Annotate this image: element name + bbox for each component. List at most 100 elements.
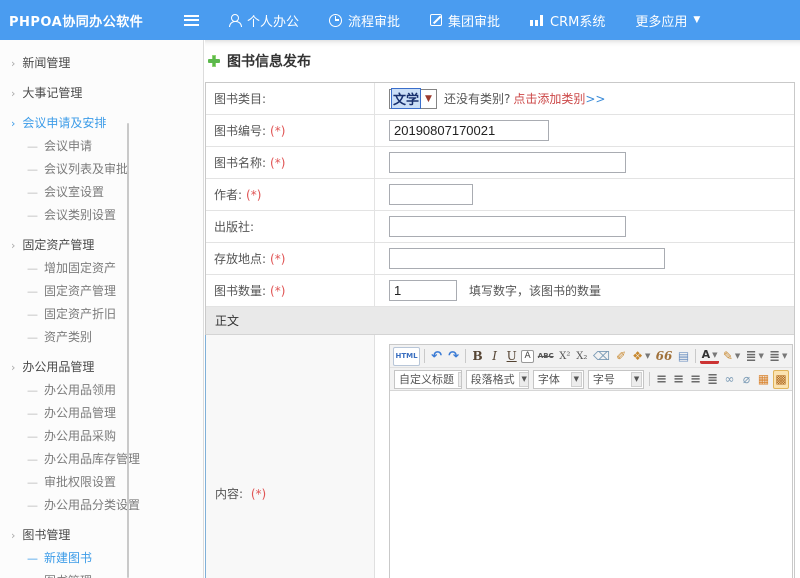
sidebar-item[interactable]: —办公用品管理 [0, 402, 203, 425]
sidebar-item[interactable]: — 固定资产折旧 [0, 303, 203, 326]
sidebar-item[interactable]: —会议室设置 [0, 181, 203, 204]
chart-icon [530, 14, 544, 26]
nav-crm-system[interactable]: CRM系统 [515, 0, 620, 40]
nav-process-approval[interactable]: 流程审批 [314, 0, 415, 40]
sidebar-item-label: 会议类别设置 [44, 208, 116, 222]
bold-icon[interactable]: B [470, 347, 485, 366]
paste-text-icon[interactable]: ▤ [676, 347, 691, 366]
nav-personal-office[interactable]: 个人办公 [213, 0, 314, 40]
font-box-icon[interactable]: A [521, 350, 534, 363]
undo-icon[interactable]: ↶ [429, 347, 444, 366]
field-label: 出版社: [214, 218, 254, 235]
nav-group-approval[interactable]: 集团审批 [415, 0, 515, 40]
sidebar-menu: ›新闻管理›大事记管理›会议申请及安排—会议申请—会议列表及审批—会议室设置—会… [0, 51, 203, 578]
select-label: 自定义标题 [399, 371, 454, 387]
caret-down-icon: ▼ [645, 352, 650, 360]
sidebar-item[interactable]: —办公用品领用 [0, 379, 203, 402]
subscript-icon[interactable]: X₂ [574, 347, 589, 366]
form-row-quantity: 图书数量:(*)填写数字，该图书的数量 [206, 275, 794, 307]
sidebar-scrollbar[interactable] [127, 123, 129, 578]
font-family-select[interactable]: 字体▼ [533, 370, 584, 389]
caret-down-icon: ▼ [735, 352, 740, 360]
form-row-author: 作者:(*) [206, 179, 794, 211]
publisher-input[interactable] [389, 216, 626, 237]
editor-content-area[interactable] [390, 391, 792, 578]
sidebar-item[interactable]: —新建图书 [0, 547, 203, 570]
rich-text-editor: HTML↶↷BIUAABCX²X₂⌫✐❖▼66▤A▼✎▼≣▼≣▼ 自定义标题▼段… [389, 344, 793, 578]
book-name-input[interactable] [389, 152, 626, 173]
ordered-list-icon[interactable]: ≣▼ [744, 347, 766, 366]
quantity-input[interactable] [389, 280, 457, 301]
align-right-icon[interactable]: ≡ [688, 370, 703, 389]
highlight-icon[interactable]: ✎▼ [721, 347, 742, 366]
sidebar-item[interactable]: ›图书管理 [0, 523, 203, 547]
field-label: 图书类目: [214, 90, 266, 107]
html-source-button[interactable]: HTML [393, 347, 420, 366]
custom-title-select[interactable]: 自定义标题▼ [394, 370, 462, 389]
sidebar-item[interactable]: ›办公用品管理 [0, 355, 203, 379]
nav-label: 更多应用 [635, 11, 687, 30]
caret-down-icon: ▼ [758, 352, 763, 360]
dash-icon: — [27, 552, 38, 565]
align-left-icon[interactable]: ≡ [654, 370, 669, 389]
sidebar-item-label: 会议列表及审批 [44, 162, 128, 176]
chevron-right-icon: › [11, 361, 15, 374]
chevron-right-icon: › [11, 57, 15, 70]
required-mark: (*) [246, 188, 261, 202]
sidebar-item[interactable]: ›新闻管理 [0, 51, 203, 75]
field-label: 内容: [215, 487, 243, 501]
strikethrough-icon[interactable]: ABC [536, 347, 555, 366]
sidebar-item[interactable]: —会议申请 [0, 135, 203, 158]
align-justify-icon[interactable]: ≣ [705, 370, 720, 389]
sidebar: ›新闻管理›大事记管理›会议申请及安排—会议申请—会议列表及审批—会议室设置—会… [0, 40, 204, 578]
italic-icon[interactable]: I [487, 347, 502, 366]
sidebar-item[interactable]: —资产类别 [0, 326, 203, 349]
unordered-list-icon[interactable]: ≣▼ [767, 347, 789, 366]
unlink-icon[interactable]: ⌀ [739, 370, 754, 389]
sidebar-item-label: 固定资产管理 [22, 238, 94, 252]
sidebar-item-label: 办公用品分类设置 [44, 498, 140, 512]
sidebar-item[interactable]: —会议列表及审批 [0, 158, 203, 181]
book-number-input[interactable] [389, 120, 549, 141]
underline-icon[interactable]: U [504, 347, 519, 366]
link-icon[interactable]: ∞ [722, 370, 737, 389]
dash-icon: — [27, 140, 38, 153]
blockquote-icon[interactable]: 66 [654, 347, 674, 366]
image-manager-icon[interactable]: ▩ [773, 370, 789, 389]
sidebar-item[interactable]: —办公用品分类设置 [0, 494, 203, 517]
redo-icon[interactable]: ↷ [446, 347, 461, 366]
add-category-link[interactable]: 点击添加类别>> [513, 90, 605, 107]
dash-icon: — [27, 308, 38, 321]
font-color-icon[interactable]: A▼ [700, 349, 719, 364]
author-input[interactable] [389, 184, 473, 205]
sidebar-item[interactable]: —审批权限设置 [0, 471, 203, 494]
eraser-icon[interactable]: ⌫ [591, 347, 611, 366]
clean-format-icon[interactable]: ✐ [614, 347, 629, 366]
align-center-icon[interactable]: ≡ [671, 370, 686, 389]
nav-more-apps[interactable]: 更多应用▼ [620, 0, 715, 40]
superscript-icon[interactable]: X² [557, 347, 572, 366]
required-mark: (*) [270, 252, 285, 266]
font-size-select[interactable]: 字号▼ [588, 370, 644, 389]
dash-icon: — [27, 384, 38, 397]
category-select[interactable]: 文学 ▼ [389, 89, 437, 109]
sidebar-item[interactable]: —办公用品采购 [0, 425, 203, 448]
sidebar-item[interactable]: —增加固定资产 [0, 257, 203, 280]
sidebar-item[interactable]: ›会议申请及安排 [0, 111, 203, 135]
location-input[interactable] [389, 248, 665, 269]
chevron-right-icon: › [11, 87, 15, 100]
sidebar-item[interactable]: —办公用品库存管理 [0, 448, 203, 471]
editor-toolbar-row1: HTML↶↷BIUAABCX²X₂⌫✐❖▼66▤A▼✎▼≣▼≣▼ [390, 345, 792, 368]
paragraph-format-select[interactable]: 段落格式▼ [466, 370, 529, 389]
hamburger-menu-icon[interactable] [184, 15, 199, 26]
sidebar-item[interactable]: ›固定资产管理 [0, 233, 203, 257]
link-arrows: >> [585, 92, 605, 106]
sidebar-item[interactable]: —固定资产管理 [0, 280, 203, 303]
color-picker-icon[interactable]: ❖▼ [631, 347, 652, 366]
image-icon[interactable]: ▦ [756, 370, 771, 389]
sidebar-item[interactable]: —会议类别设置 [0, 204, 203, 227]
sidebar-item[interactable]: ›大事记管理 [0, 81, 203, 105]
chevron-right-icon: › [11, 529, 15, 542]
sidebar-item-label: 固定资产折旧 [44, 307, 116, 321]
sidebar-item[interactable]: —图书管理 [0, 570, 203, 578]
